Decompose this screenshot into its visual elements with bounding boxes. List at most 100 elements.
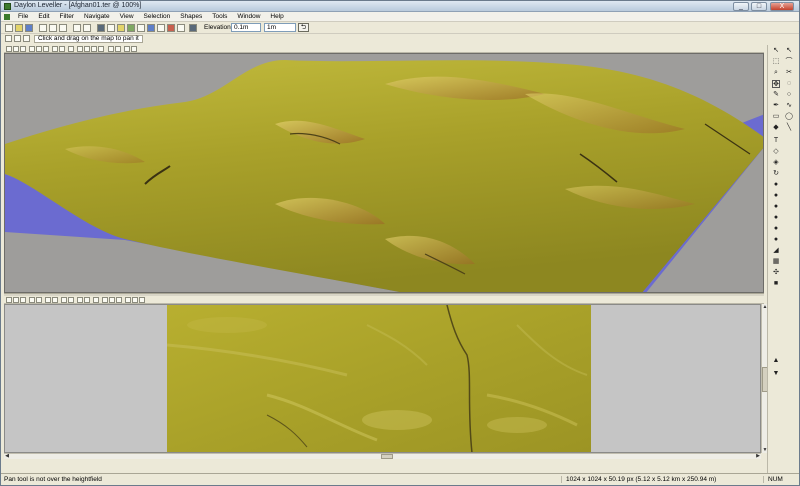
menu-filter[interactable]: Filter (56, 12, 78, 20)
dot-icon[interactable]: ● (772, 225, 780, 233)
copy-icon[interactable] (49, 24, 57, 32)
tilt-icon[interactable] (84, 46, 90, 52)
water-icon[interactable] (52, 297, 58, 303)
elevation-icon[interactable] (189, 24, 197, 32)
camera-icon[interactable] (68, 46, 74, 52)
menu-shapes[interactable]: Shapes (176, 12, 206, 20)
select-icon[interactable]: ⬚ (772, 58, 780, 66)
pan-icon[interactable]: ✥ (772, 80, 780, 88)
dot-icon[interactable]: ● (772, 203, 780, 211)
view-icon[interactable] (6, 297, 12, 303)
diamond-icon[interactable]: ◇ (772, 148, 780, 156)
dot-icon[interactable]: ● (772, 236, 780, 244)
pen-icon[interactable]: ✒ (772, 102, 780, 110)
elevation-input[interactable]: 0.1m (231, 23, 261, 32)
zoom-icon[interactable]: ⌕ (772, 69, 780, 77)
menu-edit[interactable]: Edit (34, 12, 53, 20)
paste-icon[interactable] (59, 24, 67, 32)
menu-navigate[interactable]: Navigate (80, 12, 114, 20)
settings-icon[interactable] (131, 46, 137, 52)
dot-icon[interactable]: ● (772, 214, 780, 222)
shade-icon[interactable] (29, 297, 35, 303)
sky-icon[interactable] (61, 297, 67, 303)
document-icon[interactable] (4, 14, 10, 20)
elevation-step-input[interactable]: 1m (264, 23, 296, 32)
fly-icon[interactable] (98, 46, 104, 52)
curve-icon[interactable]: ∿ (785, 102, 793, 110)
menu-file[interactable]: File (14, 12, 32, 20)
help-icon[interactable] (107, 24, 115, 32)
menu-window[interactable]: Window (233, 12, 264, 20)
menu-selection[interactable]: Selection (140, 12, 175, 20)
texture-icon[interactable] (36, 297, 42, 303)
lasso-icon[interactable]: ◌ (785, 80, 793, 88)
light-icon[interactable] (45, 297, 51, 303)
new-file-icon[interactable] (5, 24, 13, 32)
grid-icon[interactable]: ▦ (772, 258, 780, 266)
ruler-icon[interactable] (177, 24, 185, 32)
grid-icon[interactable] (13, 46, 19, 52)
marker-icon[interactable] (167, 24, 175, 32)
circle-icon[interactable]: ◯ (785, 113, 793, 121)
brush-icon[interactable]: ✎ (772, 91, 780, 99)
scissors-icon[interactable]: ✂ (785, 69, 793, 77)
orbit-icon[interactable] (91, 46, 97, 52)
camera-icon[interactable] (68, 297, 74, 303)
eraser-icon[interactable]: ◈ (772, 159, 780, 167)
arrow-icon[interactable]: ↖ (772, 47, 780, 55)
menu-view[interactable]: View (116, 12, 138, 20)
dot-icon[interactable]: ● (772, 192, 780, 200)
open-folder-icon[interactable] (15, 24, 23, 32)
cut-icon[interactable] (39, 24, 47, 32)
texture-icon[interactable] (36, 46, 42, 52)
terrain-icon[interactable] (127, 24, 135, 32)
plan-view[interactable] (4, 304, 761, 453)
scroll-left-icon[interactable]: ◀ (4, 454, 10, 459)
plan-horizontal-scrollbar[interactable]: ◀ ▶ (4, 453, 761, 459)
zoom-in-icon[interactable] (108, 46, 114, 52)
water-icon[interactable] (52, 46, 58, 52)
water-icon[interactable] (147, 24, 155, 32)
grid-icon[interactable] (13, 297, 19, 303)
text-icon[interactable]: T (772, 137, 780, 145)
zoom-icon[interactable] (14, 35, 21, 42)
sky-icon[interactable] (59, 46, 65, 52)
pen-icon[interactable] (23, 35, 30, 42)
diagonal-icon[interactable]: ◢ (772, 247, 780, 255)
contour-icon[interactable] (77, 297, 83, 303)
pan-icon[interactable] (5, 35, 12, 42)
ellipse-icon[interactable]: ○ (785, 91, 793, 99)
menu-help[interactable]: Help (266, 12, 287, 20)
zoom-in-icon[interactable] (102, 297, 108, 303)
minimize-button[interactable]: _ (733, 2, 749, 11)
slope-icon[interactable] (84, 297, 90, 303)
arrow-icon[interactable]: ↖ (785, 47, 793, 55)
rect-icon[interactable]: ▭ (772, 113, 780, 121)
grid-icon[interactable] (137, 24, 145, 32)
settings-icon[interactable] (132, 297, 138, 303)
wireframe-icon[interactable] (20, 46, 26, 52)
menu-tools[interactable]: Tools (208, 12, 231, 20)
fit-icon[interactable] (116, 297, 122, 303)
lightbulb-icon[interactable] (117, 24, 125, 32)
marker-icon[interactable]: ◆ (772, 124, 780, 132)
square-icon[interactable]: ■ (772, 280, 780, 288)
refresh-icon[interactable] (125, 297, 131, 303)
zoom-out-icon[interactable] (115, 46, 121, 52)
network-icon[interactable]: ✣ (772, 269, 780, 277)
view-icon[interactable] (6, 46, 12, 52)
heightmap-plan[interactable] (167, 305, 591, 452)
terrain-3d-render[interactable] (5, 54, 764, 293)
measure-icon[interactable]: ⌒ (785, 58, 793, 66)
horizontal-scroll-thumb[interactable] (381, 454, 393, 459)
print-icon[interactable] (97, 24, 105, 32)
wireframe-icon[interactable] (20, 297, 26, 303)
dot-icon[interactable]: ● (772, 181, 780, 189)
maximize-button[interactable]: □ (751, 2, 767, 11)
zoom-out-icon[interactable] (109, 297, 115, 303)
light-icon[interactable] (43, 46, 49, 52)
close-button[interactable]: X (770, 2, 794, 11)
color-icon[interactable] (93, 297, 99, 303)
camera-icon[interactable] (157, 24, 165, 32)
shade-icon[interactable] (29, 46, 35, 52)
